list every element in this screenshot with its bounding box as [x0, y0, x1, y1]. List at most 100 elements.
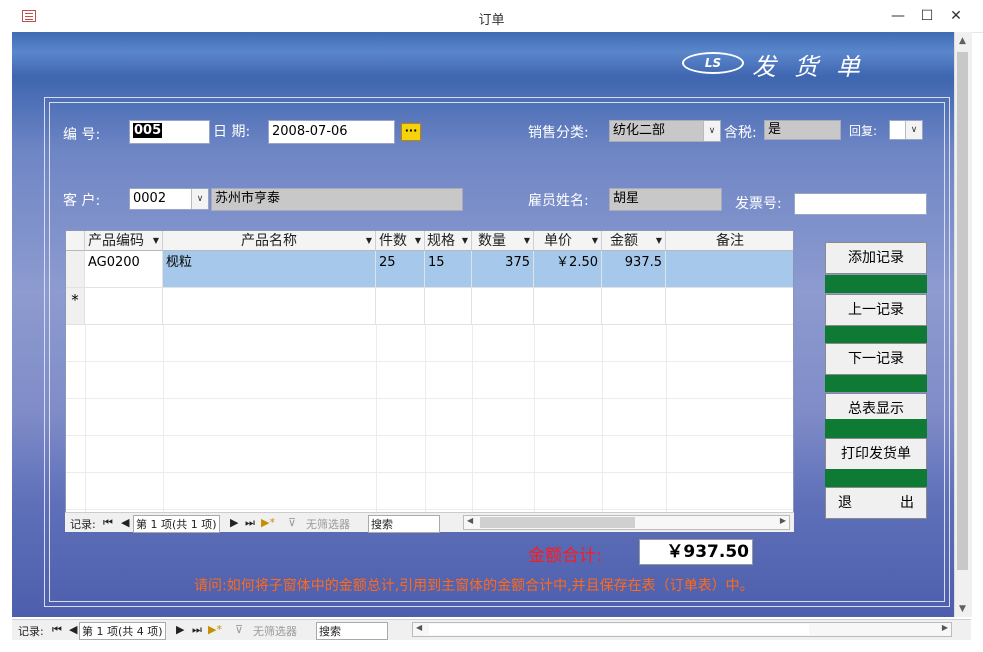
filter-status[interactable]: 无筛选器 — [253, 623, 297, 639]
scroll-up-icon[interactable]: ▲ — [954, 36, 971, 46]
horizontal-scrollbar[interactable]: ◀ ▶ — [412, 622, 952, 637]
empty-grid-area — [66, 325, 793, 513]
horizontal-scroll-thumb[interactable] — [429, 624, 809, 635]
new-record-icon[interactable]: ▶* — [208, 623, 222, 636]
first-record-icon[interactable]: ⏮ — [103, 516, 113, 530]
minimize-button[interactable]: — — [883, 4, 913, 28]
exit-label-right: 出 — [900, 495, 914, 511]
column-header-product-name[interactable]: 产品名称 ▼ — [163, 231, 376, 251]
form-heading: 发货单 — [752, 53, 878, 81]
reply-combo[interactable]: ∨ — [889, 120, 923, 140]
new-row-cell[interactable] — [163, 288, 376, 325]
filter-status[interactable]: 无筛选器 — [306, 516, 350, 532]
cell-quantity[interactable]: 375 — [472, 251, 534, 288]
date-picker-button[interactable]: ··· — [401, 123, 421, 141]
new-row-cell[interactable] — [85, 288, 163, 325]
date-label: 日 期: — [213, 124, 251, 140]
prev-record-icon[interactable]: ◀ — [121, 516, 129, 529]
sales-category-combo[interactable]: 纺化二部 ∨ — [609, 120, 721, 142]
horizontal-scroll-thumb[interactable] — [480, 517, 635, 528]
vertical-scroll-thumb[interactable] — [957, 52, 968, 570]
new-row-cell[interactable] — [376, 288, 425, 325]
search-input[interactable]: 搜索 — [316, 622, 388, 640]
prev-record-icon[interactable]: ◀ — [69, 623, 77, 636]
next-record-icon[interactable]: ▶ — [176, 623, 184, 636]
cell-pieces[interactable]: 25 — [376, 251, 425, 288]
cell-product-name[interactable]: 枧粒 — [163, 251, 376, 288]
new-record-icon[interactable]: ▶* — [261, 516, 275, 529]
scroll-right-icon[interactable]: ▶ — [780, 516, 786, 525]
scroll-down-icon[interactable]: ▼ — [954, 604, 971, 614]
filter-icon: ⊽ — [235, 623, 244, 636]
scroll-right-icon[interactable]: ▶ — [942, 623, 948, 632]
column-header-amount[interactable]: 金额 ▼ — [602, 231, 666, 251]
column-header-pieces[interactable]: 件数 ▼ — [376, 231, 425, 251]
record-position-field[interactable]: 第 1 项(共 1 项) — [133, 515, 220, 533]
filter-icon: ⊽ — [288, 516, 297, 529]
column-header-note[interactable]: 备注 — [666, 231, 793, 251]
employee-field[interactable]: 胡星 — [609, 188, 722, 211]
button-divider — [825, 469, 927, 487]
column-header-spec[interactable]: 规格 ▼ — [425, 231, 472, 251]
chevron-down-icon[interactable]: ∨ — [703, 121, 720, 141]
chevron-down-icon[interactable]: ∨ — [191, 189, 208, 209]
horizontal-scrollbar[interactable]: ◀ ▶ — [463, 515, 790, 530]
customer-code-combo[interactable]: 0002 ∨ — [129, 188, 209, 210]
select-all-corner[interactable] — [66, 231, 85, 251]
first-record-icon[interactable]: ⏮ — [52, 623, 62, 637]
outer-margin — [0, 32, 12, 652]
new-record-marker[interactable]: * — [66, 288, 85, 325]
new-row-cell[interactable] — [602, 288, 666, 325]
last-record-icon[interactable]: ⏭ — [245, 516, 255, 530]
number-label: 编 号: — [63, 127, 101, 143]
subform-record-navigator: 记录: ⏮ ◀ 第 1 项(共 1 项) ▶ ⏭ ▶* ⊽ 无筛选器 搜索 ◀ … — [65, 512, 794, 533]
cell-note[interactable] — [666, 251, 793, 288]
next-record-button[interactable]: 下一记录 — [825, 343, 927, 375]
question-text: 请问:如何将子窗体中的金额总计,引用到主窗体的金额合计中,并且保存在表（订单表）… — [194, 578, 754, 594]
exit-button[interactable]: 退 出 — [825, 487, 927, 519]
button-divider — [825, 375, 927, 392]
add-record-button[interactable]: 添加记录 — [825, 242, 927, 274]
date-field[interactable]: 2008-07-06 — [268, 120, 395, 144]
button-divider — [825, 275, 927, 293]
customer-code-value: 0002 — [133, 191, 167, 206]
record-position-field[interactable]: 第 1 项(共 4 项) — [79, 622, 166, 640]
chevron-down-icon[interactable]: ∨ — [905, 121, 922, 139]
print-invoice-button[interactable]: 打印发货单 — [825, 438, 927, 470]
column-header-product-code[interactable]: 产品编码 ▼ — [85, 231, 163, 251]
maximize-button[interactable]: ☐ — [912, 4, 942, 28]
button-divider — [825, 419, 927, 438]
invoice-label: 发票号: — [735, 196, 782, 212]
main-record-navigator: 记录: ⏮ ◀ 第 1 项(共 4 项) ▶ ⏭ ▶* ⊽ 无筛选器 搜索 ◀ … — [12, 619, 971, 640]
row-selector[interactable] — [66, 251, 85, 288]
tax-label: 含税: — [724, 125, 757, 141]
new-row-cell[interactable] — [666, 288, 793, 325]
search-input[interactable]: 搜索 — [368, 515, 440, 533]
button-divider — [825, 326, 927, 343]
exit-label-left: 退 — [838, 495, 852, 511]
customer-name-field[interactable]: 苏州市亨泰 — [211, 188, 463, 211]
scroll-left-icon[interactable]: ◀ — [416, 623, 422, 632]
new-row-cell[interactable] — [472, 288, 534, 325]
column-header-quantity[interactable]: 数量 ▼ — [472, 231, 534, 251]
column-header-unit-price[interactable]: 单价 ▼ — [534, 231, 602, 251]
new-row-cell[interactable] — [425, 288, 472, 325]
cell-spec[interactable]: 15 — [425, 251, 472, 288]
total-amount-field[interactable]: ￥937.50 — [639, 539, 753, 565]
cell-amount[interactable]: 937.5 — [602, 251, 666, 288]
sales-category-label: 销售分类: — [528, 125, 589, 141]
scroll-left-icon[interactable]: ◀ — [467, 516, 473, 525]
next-record-icon[interactable]: ▶ — [230, 516, 238, 529]
cell-product-code[interactable]: AG0200 — [85, 251, 163, 288]
last-record-icon[interactable]: ⏭ — [192, 623, 202, 637]
record-label: 记录: — [18, 625, 44, 638]
new-row-cell[interactable] — [534, 288, 602, 325]
tax-field[interactable]: 是 — [764, 120, 841, 140]
close-button[interactable]: ✕ — [941, 4, 971, 28]
prev-record-button[interactable]: 上一记录 — [825, 294, 927, 326]
number-field[interactable]: 005 — [129, 120, 210, 144]
cell-unit-price[interactable]: ￥2.50 — [534, 251, 602, 288]
reply-label: 回复: — [849, 124, 878, 138]
number-value: 005 — [133, 123, 163, 138]
invoice-field[interactable] — [794, 193, 927, 215]
